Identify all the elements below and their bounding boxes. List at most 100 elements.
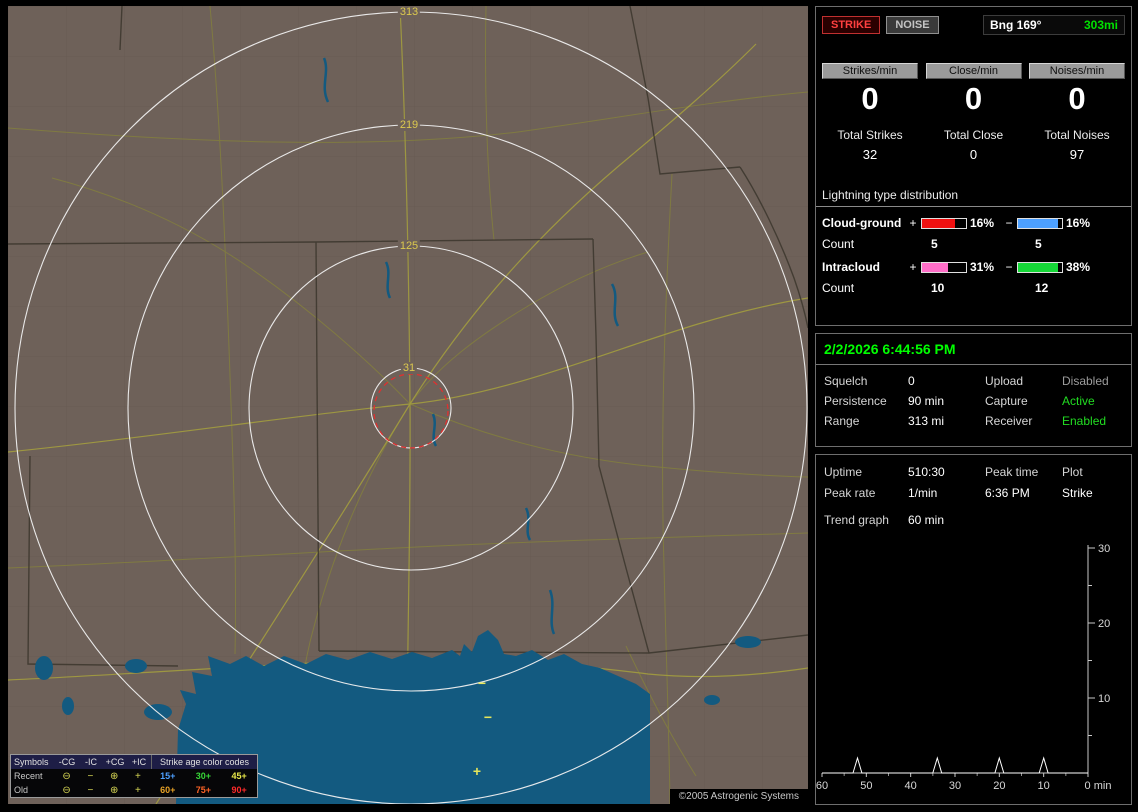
- total-noises-label: Total Noises: [1044, 128, 1110, 142]
- strikes-per-min-value: 0: [861, 81, 879, 116]
- trend-row: Trend graph 60 min: [816, 500, 1131, 527]
- copyright-text: ©2005 Astrogenic Systems: [669, 789, 808, 804]
- range-value: 313 mi: [908, 414, 945, 428]
- capture-status: Active: [1062, 394, 1095, 408]
- neg-cg-symbol-icon: ⊖: [62, 784, 71, 796]
- bearing-readout: Bng 169° 303mi: [983, 15, 1125, 35]
- ic-plus-pct: 31%: [970, 260, 995, 274]
- status-panel: 2/2/2026 6:44:56 PM Squelch 0 Upload Dis…: [815, 333, 1132, 447]
- legend-old-label: Old: [14, 785, 29, 795]
- intracloud-row: Intracloud + 31% − 38%: [816, 251, 1131, 274]
- minus-sign: −: [1005, 260, 1013, 274]
- legend-age-header: Strike age color codes: [151, 755, 257, 769]
- persistence-value: 90 min: [908, 394, 945, 408]
- squelch-label: Squelch: [824, 374, 868, 388]
- neg-ic-symbol-icon: −: [87, 784, 94, 796]
- ring-label-219: 219: [397, 119, 421, 131]
- noise-mode-button[interactable]: NOISE: [886, 16, 939, 34]
- persistence-label: Persistence: [824, 394, 887, 408]
- totals-row: Total Strikes 32 Total Close 0 Total Noi…: [816, 116, 1131, 162]
- legend-old-row: Old ⊖ − ⊕ + 60+ 75+ 90+: [11, 783, 257, 797]
- legend-recent-label: Recent: [14, 771, 43, 781]
- range-label: Range: [824, 414, 860, 428]
- svg-text:10: 10: [1038, 780, 1050, 792]
- pos-ic-symbol-icon: +: [135, 770, 141, 782]
- bearing-range-value: 303mi: [1083, 18, 1118, 32]
- ic-minus-pct: 38%: [1066, 260, 1091, 274]
- svg-text:30: 30: [949, 780, 961, 792]
- strike-negative-icon: −: [477, 675, 487, 691]
- uptime-label: Uptime: [824, 465, 863, 479]
- trend-graph-window: 60 min: [908, 513, 945, 527]
- close-per-min-label: Close/min: [925, 63, 1022, 79]
- age-15: 15+: [160, 771, 176, 781]
- ic-plus-bar-fill: [922, 262, 948, 272]
- age-60: 60+: [160, 785, 176, 795]
- map-legend: Symbols -CG -IC +CG +IC Strike age color…: [10, 754, 258, 798]
- total-strikes: Total Strikes 32: [822, 128, 918, 162]
- cg-plus-count: 5: [930, 237, 938, 251]
- total-noises-value: 97: [1069, 147, 1085, 162]
- pos-cg-symbol-icon: ⊕: [109, 770, 119, 782]
- cloud-ground-count-row: Count 5 5: [816, 230, 1131, 251]
- age-30: 30+: [195, 771, 212, 781]
- squelch-value: 0: [908, 374, 915, 388]
- trend-graph: 30 20 10 60 50 40 30 20 10 0 min: [816, 543, 1112, 792]
- receiver-label: Receiver: [985, 414, 1033, 428]
- age-90: 90+: [231, 785, 247, 795]
- legend-col-neg-cg: -CG: [58, 757, 76, 767]
- legend-col-pos-ic: +IC: [131, 757, 147, 767]
- plot-label: Plot: [1062, 465, 1083, 479]
- svg-text:0 min: 0 min: [1085, 780, 1112, 792]
- legend-col-pos-cg: +CG: [105, 757, 125, 767]
- age-45: 45+: [231, 771, 247, 781]
- plot-value: Strike: [1062, 486, 1093, 500]
- ic-minus-count: 12: [1034, 281, 1049, 295]
- ring-label-125: 125: [397, 240, 421, 252]
- svg-text:40: 40: [905, 780, 917, 792]
- svg-text:30: 30: [1098, 543, 1110, 555]
- pos-ic-symbol-icon: +: [135, 784, 141, 796]
- app-window: 313 219 125 31 Symbols -CG -IC +CG +IC S…: [0, 0, 1138, 812]
- ic-minus-bar: [1017, 261, 1063, 273]
- cg-minus-bar-fill: [1018, 218, 1058, 228]
- close-per-min-value: 0: [964, 81, 983, 116]
- strike-negative-icon: −: [483, 709, 493, 725]
- neg-cg-symbol-icon: ⊖: [62, 770, 71, 782]
- total-close: Total Close 0: [926, 128, 1022, 162]
- svg-text:50: 50: [860, 780, 872, 792]
- strikes-per-min-label: Strikes/min: [822, 63, 918, 79]
- rate-labels-row: Strikes/min Close/min Noises/min: [816, 35, 1131, 79]
- noises-per-min-label: Noises/min: [1029, 63, 1125, 79]
- total-close-label: Total Close: [943, 128, 1004, 142]
- rate-values-row: 0 0 0: [816, 79, 1131, 116]
- legend-header-row: Symbols -CG -IC +CG +IC Strike age color…: [11, 755, 257, 769]
- map-display[interactable]: 313 219 125 31 Symbols -CG -IC +CG +IC S…: [8, 6, 808, 804]
- capture-label: Capture: [985, 394, 1028, 408]
- cloud-ground-label: Cloud-ground: [822, 216, 902, 230]
- mode-row: STRIKE NOISE Bng 169° 303mi: [816, 7, 1131, 35]
- svg-text:20: 20: [1098, 618, 1110, 630]
- ring-label-313: 313: [397, 6, 421, 18]
- strike-mode-button[interactable]: STRIKE: [822, 16, 881, 34]
- plus-sign: +: [909, 260, 917, 274]
- status-grid: Squelch 0 Upload Disabled Persistence 90…: [816, 365, 1131, 437]
- count-label: Count: [822, 281, 855, 295]
- legend-col-neg-ic: -IC: [85, 757, 97, 767]
- cg-minus-count: 5: [1034, 237, 1042, 251]
- cg-minus-pct: 16%: [1066, 216, 1091, 230]
- session-panel: Uptime 510:30 Peak time Plot Peak rate 1…: [815, 454, 1132, 805]
- count-label: Count: [822, 237, 855, 251]
- ic-minus-bar-fill: [1018, 262, 1058, 272]
- total-strikes-label: Total Strikes: [837, 128, 903, 142]
- minus-sign: −: [1005, 216, 1013, 230]
- legend-recent-row: Recent ⊖ − ⊕ + 15+ 30+ 45+: [11, 769, 257, 783]
- neg-ic-symbol-icon: −: [87, 770, 94, 782]
- peak-rate-value: 1/min: [908, 486, 938, 500]
- receiver-status: Enabled: [1062, 414, 1107, 428]
- distribution-title: Lightning type distribution: [816, 188, 1131, 207]
- intracloud-count-row: Count 10 12: [816, 274, 1131, 295]
- ic-plus-count: 10: [930, 281, 945, 295]
- strike-stats-panel: STRIKE NOISE Bng 169° 303mi Strikes/min …: [815, 6, 1132, 326]
- ic-plus-bar: [921, 261, 967, 273]
